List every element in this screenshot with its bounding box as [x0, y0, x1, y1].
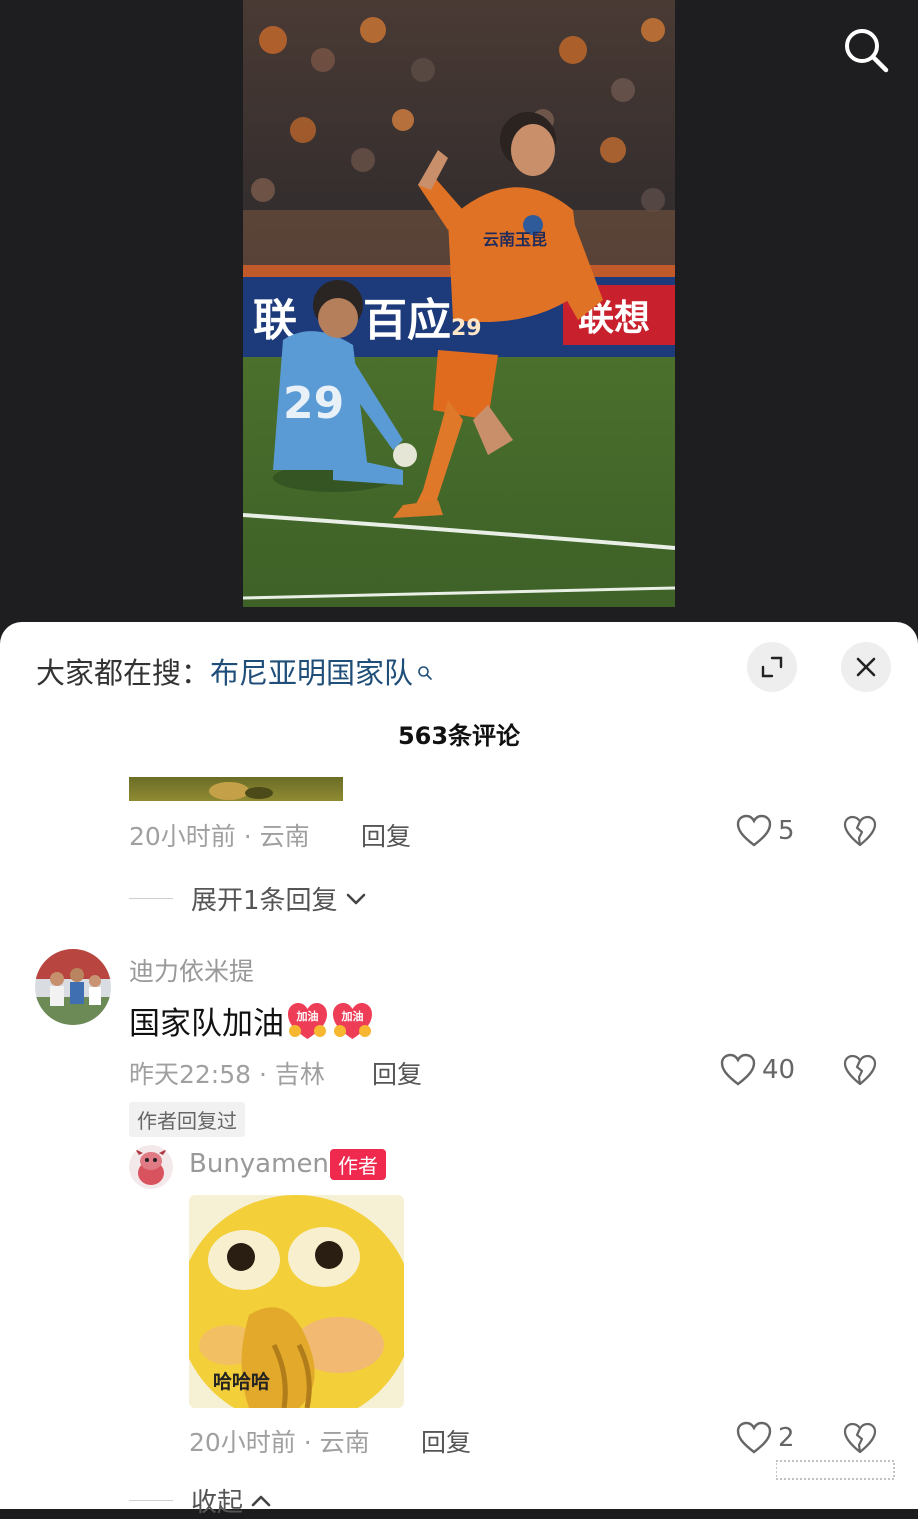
heart-icon	[720, 1053, 756, 1086]
dislike-button[interactable]	[843, 815, 877, 851]
cheer-emoji-icon: 加油	[331, 1001, 374, 1041]
broken-heart-icon	[843, 1422, 877, 1454]
svg-text:百应: 百应	[363, 295, 451, 346]
dislike-button[interactable]	[843, 1054, 877, 1090]
search-button[interactable]	[838, 22, 894, 78]
avatar[interactable]	[129, 1145, 173, 1189]
svg-text:29: 29	[451, 316, 482, 341]
expand-icon	[761, 656, 783, 678]
comment-image-thumbnail[interactable]	[129, 777, 343, 801]
comment-sheet: 大家都在搜：布尼亚明国家队 563条评论 20小时前 · 云南 回复 5 展开1…	[0, 622, 918, 1518]
like-button[interactable]: 2	[736, 1421, 795, 1455]
broken-heart-icon	[843, 815, 877, 847]
reply-button[interactable]: 回复	[372, 1055, 422, 1091]
video-player[interactable]: 联 百应 联想 29 云南玉昆 29	[0, 0, 918, 640]
hot-search-bar: 大家都在搜：布尼亚明国家队	[36, 650, 433, 692]
divider-line	[129, 1500, 173, 1501]
close-icon	[856, 657, 876, 677]
video-frame-image[interactable]: 联 百应 联想 29 云南玉昆 29	[243, 0, 675, 607]
author-replied-badge: 作者回复过	[129, 1102, 245, 1137]
avatar[interactable]	[35, 949, 111, 1025]
author-tag: 作者	[330, 1149, 386, 1180]
hot-search-term[interactable]: 布尼亚明国家队	[210, 656, 413, 690]
divider-line	[129, 898, 173, 899]
expand-button[interactable]	[747, 642, 797, 692]
comment-meta: 20小时前 · 云南	[129, 822, 310, 851]
watermark	[775, 1459, 898, 1486]
close-button[interactable]	[841, 642, 891, 692]
comment-meta: 20小时前 · 云南	[189, 1428, 370, 1457]
sticker-image[interactable]: 哈哈哈	[189, 1195, 404, 1408]
sticker-caption: 哈哈哈	[213, 1371, 271, 1393]
reply-button[interactable]: 回复	[361, 817, 411, 853]
like-count: 5	[778, 816, 795, 846]
comment-body: 国家队加油	[129, 1006, 284, 1042]
svg-text:加油: 加油	[341, 1009, 364, 1023]
football-celebration-image: 联 百应 联想 29 云南玉昆 29	[243, 0, 675, 607]
cheer-emoji-icon: 加油	[286, 1001, 329, 1041]
collapse-replies-button[interactable]: 收起	[129, 1482, 273, 1519]
like-count: 40	[762, 1055, 796, 1085]
username[interactable]: 迪力依米提	[129, 952, 254, 988]
comment-count: 563条评论	[397, 722, 521, 750]
reply-username[interactable]: Bunyamen	[189, 1149, 329, 1179]
comment-text: 国家队加油 加油 加油	[129, 998, 374, 1043]
like-button[interactable]: 5	[736, 814, 795, 848]
svg-text:加油: 加油	[296, 1009, 319, 1023]
reply-button[interactable]: 回复	[421, 1423, 471, 1459]
broken-heart-icon	[843, 1054, 877, 1086]
svg-text:云南玉昆: 云南玉昆	[483, 230, 547, 249]
chevron-down-icon	[346, 893, 365, 904]
expand-replies-button[interactable]: 展开1条回复	[129, 880, 368, 917]
dislike-button[interactable]	[843, 1422, 877, 1458]
svg-text:29: 29	[283, 378, 344, 429]
search-small-icon	[417, 654, 433, 688]
expand-replies-label: 展开1条回复	[191, 886, 338, 916]
heart-icon	[736, 814, 772, 847]
search-icon	[845, 29, 889, 73]
like-button[interactable]: 40	[720, 1053, 795, 1087]
comment-meta: 昨天22:58 · 吉林	[129, 1060, 325, 1089]
hot-search-prefix: 大家都在搜：	[36, 656, 211, 690]
collapse-label: 收起	[191, 1488, 244, 1518]
like-count: 2	[778, 1423, 795, 1453]
heart-icon	[736, 1421, 772, 1454]
